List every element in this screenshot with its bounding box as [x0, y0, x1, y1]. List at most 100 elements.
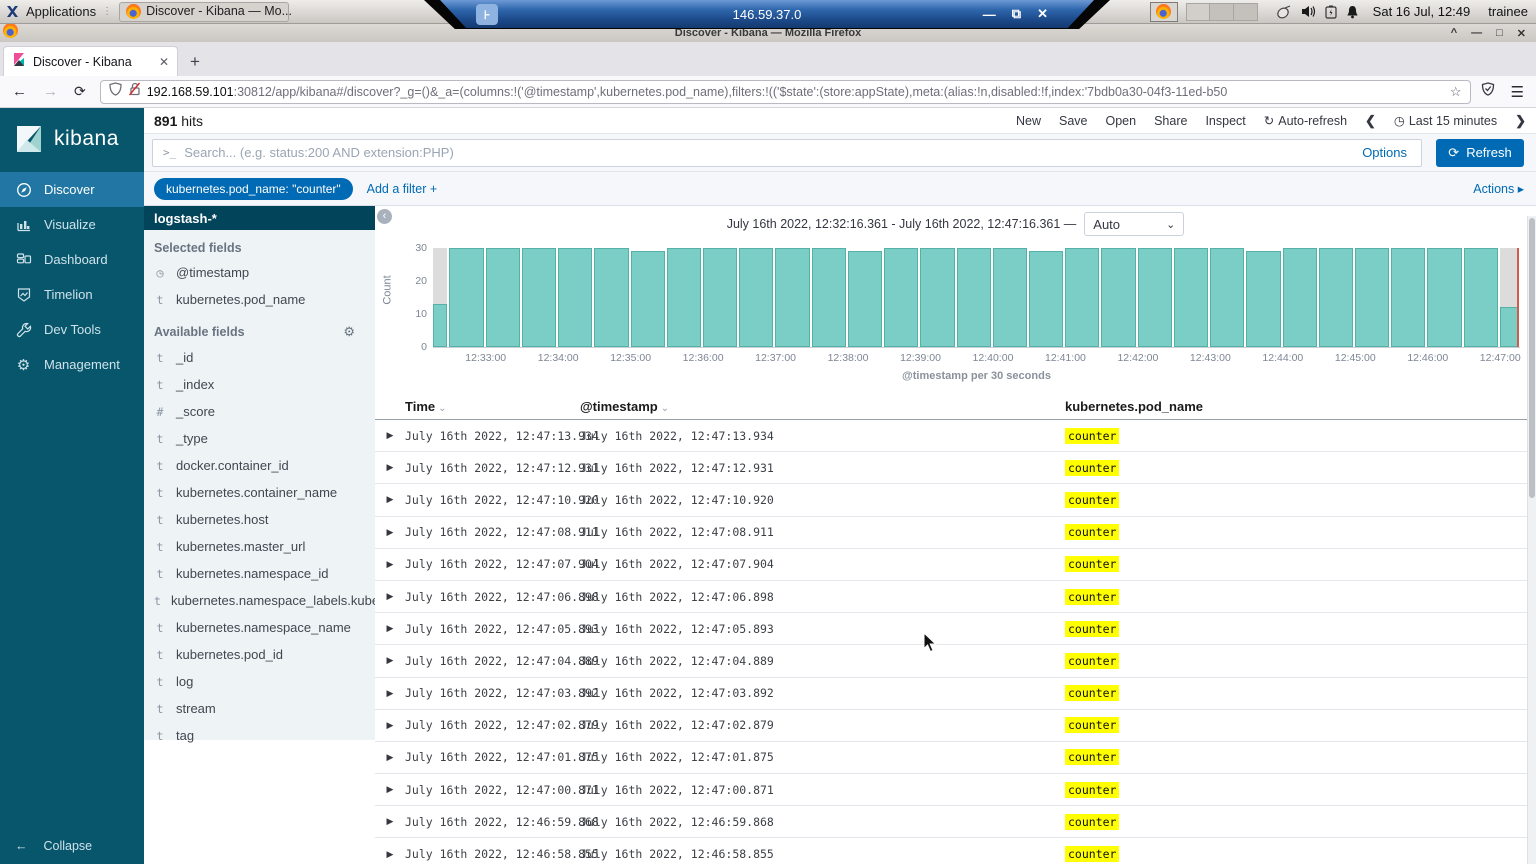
field-item-kubernetes.namespace_id[interactable]: t kubernetes.namespace_id	[144, 560, 375, 587]
sidebar-item-dev-tools[interactable]: Dev Tools	[0, 312, 144, 347]
bookmark-star-icon[interactable]: ☆	[1450, 84, 1462, 100]
field-item-_type[interactable]: t _type	[144, 425, 375, 452]
expand-row-icon[interactable]: ▶	[375, 784, 405, 795]
field-item-tag[interactable]: t tag	[144, 722, 375, 749]
field-item-kubernetes.namespace_name[interactable]: t kubernetes.namespace_name	[144, 614, 375, 641]
field-item-log[interactable]: t log	[144, 668, 375, 695]
battery-icon[interactable]	[1325, 5, 1337, 19]
window-shade-button[interactable]: ^	[1451, 27, 1457, 40]
field-item-kubernetes.host[interactable]: t kubernetes.host	[144, 506, 375, 533]
time-forward-chevron[interactable]: ❯	[1515, 113, 1526, 129]
auto-refresh-button[interactable]: ↻ Auto-refresh	[1264, 113, 1347, 128]
expand-row-icon[interactable]: ▶	[375, 849, 405, 860]
search-input[interactable]: >_ Search... (e.g. status:200 AND extens…	[152, 138, 1422, 167]
fields-settings-gear-icon[interactable]: ⚙	[343, 324, 365, 340]
search-options-link[interactable]: Options	[1362, 145, 1411, 160]
sidebar-item-management[interactable]: ⚙ Management	[0, 347, 144, 382]
field-item-kubernetes.namespace_labels.kuber...[interactable]: t kubernetes.namespace_labels.kuber...	[144, 587, 394, 614]
kibana-logo[interactable]: kibana	[0, 108, 144, 172]
time-range-picker[interactable]: ◷ Last 15 minutes	[1394, 113, 1497, 128]
expand-row-icon[interactable]: ▶	[375, 559, 405, 570]
histogram-bar[interactable]	[1210, 248, 1246, 347]
histogram-bar[interactable]	[956, 248, 993, 347]
histogram-bar[interactable]	[992, 248, 1029, 347]
histogram-bar[interactable]	[920, 248, 956, 347]
time-back-chevron[interactable]: ❮	[1365, 113, 1376, 129]
taskbar-window-button[interactable]: Discover - Kibana — Mo...	[119, 1, 292, 22]
new-tab-button[interactable]: +	[178, 52, 212, 76]
vnc-restore-button[interactable]: ⧉	[1012, 6, 1021, 22]
histogram-bar[interactable]	[521, 248, 558, 347]
expand-row-icon[interactable]: ▶	[375, 430, 405, 441]
histogram-bar[interactable]	[1028, 248, 1065, 347]
histogram-bar[interactable]	[1246, 248, 1282, 347]
field-item-docker.container_id[interactable]: t docker.container_id	[144, 452, 375, 479]
histogram-bar[interactable]	[1354, 248, 1391, 347]
expand-row-icon[interactable]: ▶	[375, 462, 405, 473]
field-item-kubernetes.pod_name[interactable]: t kubernetes.pod_name	[144, 286, 375, 313]
notification-bell-icon[interactable]	[1346, 5, 1359, 19]
expand-row-icon[interactable]: ▶	[375, 752, 405, 763]
account-shield-icon[interactable]	[1481, 82, 1495, 101]
expand-row-icon[interactable]: ▶	[375, 816, 405, 827]
expand-row-icon[interactable]: ▶	[375, 623, 405, 634]
url-bar[interactable]: 192.168.59.101:30812/app/kibana#/discove…	[99, 79, 1471, 104]
pin-icon[interactable]: ⊦	[476, 4, 498, 25]
histogram-bar[interactable]	[666, 248, 703, 347]
histogram-bar[interactable]	[1427, 248, 1463, 347]
histogram-bar[interactable]	[1173, 248, 1210, 347]
histogram-bar[interactable]	[703, 248, 739, 347]
field-item-kubernetes.container_name[interactable]: t kubernetes.container_name	[144, 479, 375, 506]
menu-inspect-button[interactable]: Inspect	[1205, 114, 1245, 128]
menu-open-button[interactable]: Open	[1105, 114, 1136, 128]
workspace-switcher[interactable]	[1185, 2, 1258, 21]
expand-row-icon[interactable]: ▶	[375, 591, 405, 602]
sidebar-item-visualize[interactable]: Visualize	[0, 207, 144, 242]
menu-hamburger-icon[interactable]: ☰	[1511, 83, 1524, 101]
histogram-bar[interactable]	[884, 248, 920, 347]
histogram-bar[interactable]	[1137, 248, 1174, 347]
histogram-bar[interactable]	[775, 248, 811, 347]
vnc-close-button[interactable]: ✕	[1037, 6, 1048, 22]
reload-button[interactable]: ⟳	[74, 83, 86, 100]
histogram-bar[interactable]	[558, 248, 594, 347]
column-header-time[interactable]: Time ⌄	[405, 399, 580, 414]
sidebar-item-discover[interactable]: Discover	[0, 172, 144, 207]
histogram-bar[interactable]	[1065, 248, 1101, 347]
filter-pill[interactable]: kubernetes.pod_name: "counter"	[154, 177, 353, 200]
mouse-tray-icon[interactable]	[1276, 4, 1292, 19]
insecure-lock-icon[interactable]	[128, 82, 141, 101]
shield-icon[interactable]	[109, 82, 122, 101]
window-close-button[interactable]: ✕	[1517, 27, 1526, 40]
histogram-bar[interactable]	[433, 248, 449, 347]
filter-actions-link[interactable]: Actions ▸	[1473, 181, 1524, 196]
volume-icon[interactable]	[1301, 5, 1316, 18]
expand-row-icon[interactable]: ▶	[375, 720, 405, 731]
fields-collapse-button[interactable]: ‹	[377, 209, 392, 224]
scrollbar-thumb[interactable]	[1529, 218, 1535, 498]
field-item-kubernetes.master_url[interactable]: t kubernetes.master_url	[144, 533, 375, 560]
histogram-bar[interactable]	[1499, 248, 1520, 347]
histogram-bar[interactable]	[1101, 248, 1137, 347]
histogram-bar[interactable]	[1318, 248, 1355, 347]
field-item-_score[interactable]: # _score	[144, 398, 375, 425]
sidenav-collapse-button[interactable]: ← Collapse	[0, 828, 144, 864]
expand-row-icon[interactable]: ▶	[375, 655, 405, 666]
firefox-launcher-button[interactable]	[1149, 1, 1178, 22]
tab-close-icon[interactable]: ✕	[159, 55, 169, 69]
menu-new-button[interactable]: New	[1016, 114, 1041, 128]
histogram-bar[interactable]	[449, 248, 485, 347]
menu-share-button[interactable]: Share	[1154, 114, 1187, 128]
add-filter-link[interactable]: Add a filter +	[367, 182, 438, 196]
url-text[interactable]: 192.168.59.101:30812/app/kibana#/discove…	[147, 85, 1444, 99]
menu-save-button[interactable]: Save	[1059, 114, 1088, 128]
histogram-bar[interactable]	[485, 248, 522, 347]
clock[interactable]: Sat 16 Jul, 12:49	[1373, 4, 1471, 19]
histogram-bar[interactable]	[1391, 248, 1427, 347]
histogram-bar[interactable]	[630, 248, 667, 347]
interval-select[interactable]: Auto ⌄	[1084, 212, 1185, 236]
window-minimize-button[interactable]: —	[1471, 27, 1482, 40]
histogram-bar[interactable]	[1463, 248, 1500, 347]
expand-row-icon[interactable]: ▶	[375, 527, 405, 538]
applications-menu[interactable]: Applications	[26, 4, 96, 19]
